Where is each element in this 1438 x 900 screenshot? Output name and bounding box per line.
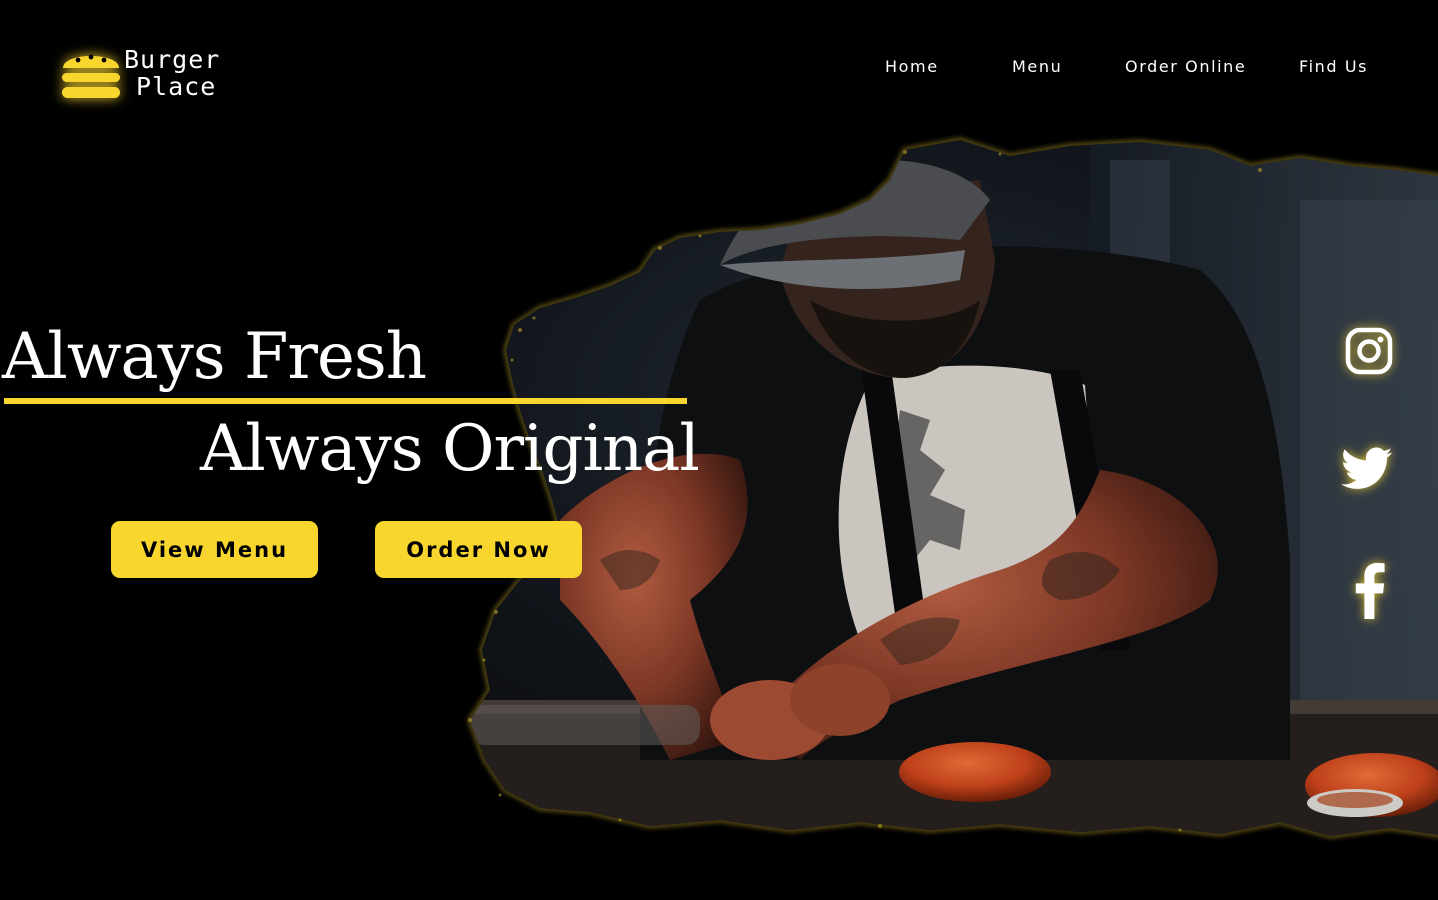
nav-menu[interactable]: Menu [1012,57,1062,76]
facebook-icon[interactable] [1351,563,1387,619]
twitter-icon[interactable] [1341,447,1393,491]
instagram-icon[interactable] [1345,327,1393,375]
main-nav: Home Menu Order Online Find Us [0,57,1438,79]
landing-page: Burger Place Home Menu Order Online Find… [0,0,1438,900]
hero-headline-fresh: Always Fresh [2,320,427,394]
hero-headline-original: Always Original [200,412,700,486]
nav-order-online[interactable]: Order Online [1125,57,1246,76]
headline-underline [4,398,687,404]
nav-find-us[interactable]: Find Us [1299,57,1368,76]
order-now-button[interactable]: Order Now [375,521,582,578]
view-menu-button[interactable]: View Menu [111,521,318,578]
nav-home[interactable]: Home [885,57,939,76]
